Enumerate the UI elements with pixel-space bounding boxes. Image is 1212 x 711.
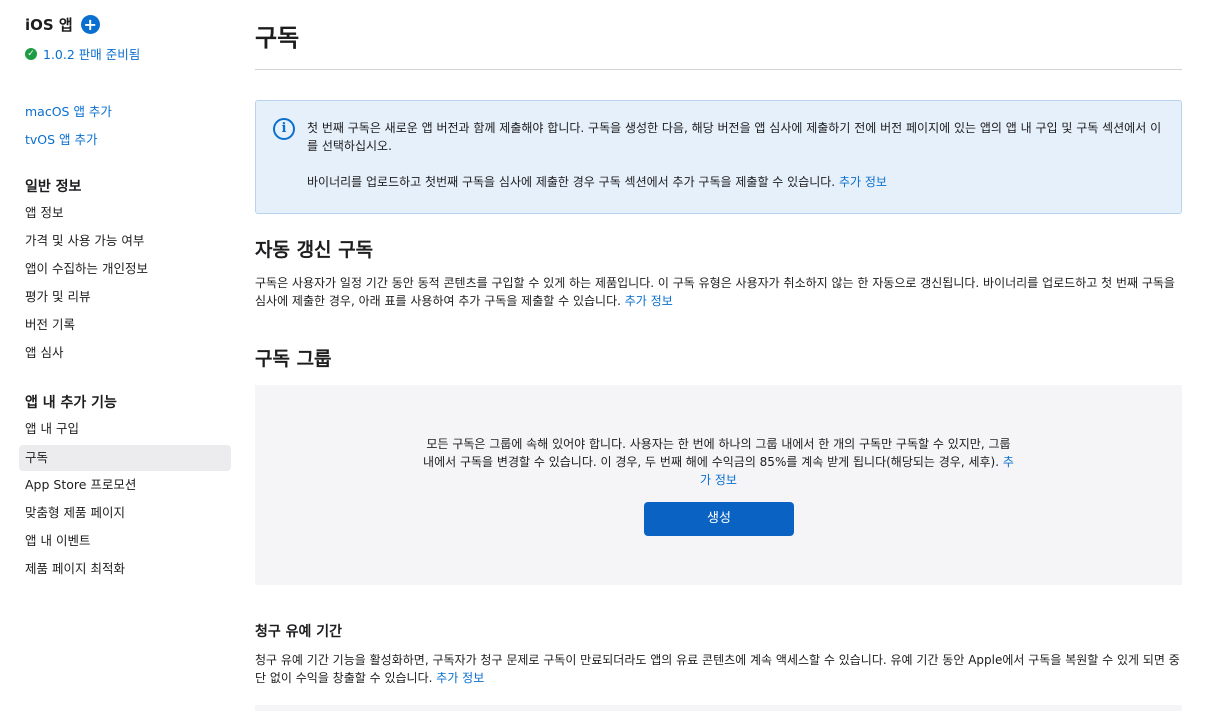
sidebar-item-subscriptions[interactable]: 구독 [19,445,231,471]
subscription-groups-description: 모든 구독은 그룹에 속해 있어야 합니다. 사용자는 한 번에 하나의 그룹 … [420,435,1017,489]
general-info-heading: 일반 정보 [25,179,82,195]
auto-renew-heading: 자동 갱신 구독 [255,239,374,261]
sidebar-item-in-app-events[interactable]: 앱 내 이벤트 [19,528,231,554]
grace-period-description: 청구 유예 기간 기능을 활성화하면, 구독자가 청구 문제로 구독이 만료되더… [255,651,1182,687]
info-banner-subtext-body: 바이너리를 업로드하고 첫번째 구독을 심사에 제출한 경우 구독 섹션에서 추… [307,175,836,189]
sidebar-item-custom-product-pages[interactable]: 맞춤형 제품 페이지 [19,500,231,526]
auto-renew-learn-more-link[interactable]: 추가 정보 [625,294,673,308]
app-platform-title[interactable]: iOS 앱 [25,14,73,35]
sidebar-item-version-history[interactable]: 버전 기록 [19,312,231,338]
version-status-link[interactable]: 1.0.2 판매 준비됨 [43,44,140,63]
check-circle-icon: ✓ [25,47,37,60]
app-title-row: iOS 앱 + [25,14,100,35]
sidebar-item-in-app-purchases[interactable]: 앱 내 구입 [19,416,231,442]
sidebar: iOS 앱 + ✓ 1.0.2 판매 준비됨 macOS 앱 추가 tvOS 앱… [0,0,240,711]
grace-period-text: 청구 유예 기간 기능을 활성화하면, 구독자가 청구 문제로 구독이 만료되더… [255,653,1180,685]
version-status-row[interactable]: ✓ 1.0.2 판매 준비됨 [25,44,140,63]
page-title: 구독 [255,24,300,52]
sidebar-item-app-review[interactable]: 앱 심사 [19,340,231,366]
features-heading: 앱 내 추가 기능 [25,395,117,411]
add-platform-button[interactable]: + [80,15,100,34]
grace-learn-more-link[interactable]: 추가 정보 [436,671,484,685]
sidebar-item-app-info[interactable]: 앱 정보 [19,200,231,226]
create-group-button[interactable]: 생성 [644,502,794,536]
subscription-groups-text: 모든 구독은 그룹에 속해 있어야 합니다. 사용자는 한 번에 하나의 그룹 … [423,437,1011,469]
sidebar-item-ratings[interactable]: 평가 및 리뷰 [19,284,231,310]
info-icon: i [273,118,295,140]
title-divider [255,69,1182,70]
info-banner-subtext: 바이너리를 업로드하고 첫번째 구독을 심사에 제출한 경우 구독 섹션에서 추… [307,173,1167,191]
main-content: 구독 i 첫 번째 구독은 새로운 앱 버전과 함께 제출해야 합니다. 구독을… [255,0,1182,711]
sidebar-item-app-store-promotions[interactable]: App Store 프로모션 [19,472,231,498]
info-banner: i 첫 번째 구독은 새로운 앱 버전과 함께 제출해야 합니다. 구독을 생성… [255,100,1182,214]
auto-renew-text: 구독은 사용자가 일정 기간 동안 동적 콘텐츠를 구입할 수 있게 하는 제품… [255,276,1175,308]
subscription-groups-empty-panel: 모든 구독은 그룹에 속해 있어야 합니다. 사용자는 한 번에 하나의 그룹 … [255,385,1182,585]
info-banner-text: 첫 번째 구독은 새로운 앱 버전과 함께 제출해야 합니다. 구독을 생성한 … [307,121,1162,153]
auto-renew-description: 구독은 사용자가 일정 기간 동안 동적 콘텐츠를 구입할 수 있게 하는 제품… [255,274,1182,310]
info-learn-more-link[interactable]: 추가 정보 [839,175,887,189]
grace-period-heading: 청구 유예 기간 [255,624,343,640]
sidebar-item-product-page-optimization[interactable]: 제품 페이지 최적화 [19,556,231,582]
subscription-groups-heading: 구독 그룹 [255,348,332,370]
grace-period-panel-top [255,705,1182,711]
add-macos-app-link[interactable]: macOS 앱 추가 [25,101,112,120]
sidebar-item-pricing[interactable]: 가격 및 사용 가능 여부 [19,228,231,254]
sidebar-item-privacy[interactable]: 앱이 수집하는 개인정보 [19,256,231,282]
add-tvos-app-link[interactable]: tvOS 앱 추가 [25,129,98,148]
